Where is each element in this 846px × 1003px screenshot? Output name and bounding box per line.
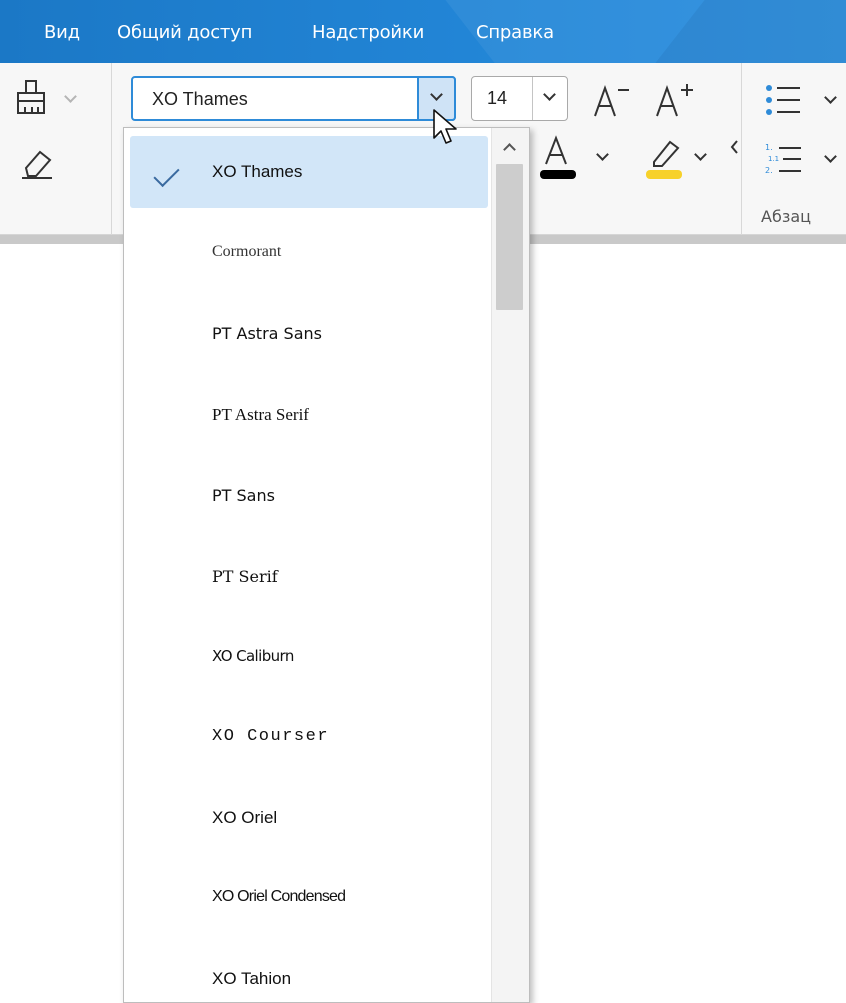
font-option[interactable]: XO Caliburn (130, 621, 488, 693)
font-option[interactable]: PT Astra Serif (130, 379, 488, 451)
font-size-combobox[interactable]: 14 (471, 76, 568, 121)
font-option[interactable]: PT Sans (130, 460, 488, 532)
highlight-icon[interactable] (644, 134, 686, 182)
bullet-list-icon[interactable] (764, 80, 804, 120)
chevron-down-icon[interactable] (543, 88, 556, 101)
font-option[interactable]: PT Serif (130, 541, 488, 613)
eraser-icon[interactable] (20, 146, 56, 180)
menu-item-view[interactable]: Вид (44, 22, 80, 43)
menu-item-help[interactable]: Справка (476, 22, 554, 43)
numbered-list-icon[interactable]: 1. 1.1 2. (764, 140, 804, 180)
svg-text:2.: 2. (765, 166, 773, 175)
group-separator (741, 63, 742, 235)
font-option[interactable]: PT Astra Sans (130, 298, 488, 370)
font-color-icon[interactable] (538, 134, 578, 182)
font-option-label: XO Oriel (212, 808, 278, 827)
increase-font-icon[interactable] (654, 80, 698, 120)
combo-divider (532, 77, 533, 120)
font-option[interactable]: XO Oriel (130, 782, 488, 854)
font-option-label: XO Courser (212, 727, 330, 746)
menu-item-sharing[interactable]: Общий доступ (117, 22, 252, 43)
checkmark-icon (153, 160, 180, 188)
format-painter-icon[interactable] (14, 78, 48, 118)
svg-text:1.1: 1.1 (768, 155, 779, 163)
font-name-combobox[interactable]: XO Thames (131, 76, 456, 121)
group-separator (111, 63, 112, 235)
font-option-label: XO Thames (212, 162, 303, 181)
menu-item-addons[interactable]: Надстройки (312, 22, 424, 43)
font-option-label: XO Tahion (212, 969, 292, 988)
font-name-value: XO Thames (152, 89, 248, 109)
decrease-font-icon[interactable] (592, 80, 632, 120)
font-option-label: PT Astra Sans (212, 324, 322, 343)
chevron-down-icon (430, 88, 443, 101)
font-size-value: 14 (487, 88, 508, 108)
font-option-label: PT Serif (212, 567, 278, 586)
font-option-label: PT Astra Serif (212, 405, 309, 424)
scrollbar-thumb[interactable] (496, 164, 523, 310)
font-option[interactable]: Cormorant (130, 217, 488, 289)
font-option-label: XO Caliburn (212, 647, 294, 665)
font-option[interactable]: XO Tahion (130, 943, 488, 1002)
more-arrow-icon[interactable] (730, 140, 738, 154)
font-option-label: XO Oriel Condensed (212, 888, 346, 905)
menu-bar: Вид Общий доступ Надстройки Справка (0, 0, 846, 63)
font-option-label: PT Sans (212, 486, 275, 505)
font-dropdown-list[interactable]: XO Thames Cormorant PT Astra Sans PT Ast… (123, 127, 530, 1003)
mouse-cursor-icon (433, 109, 457, 144)
font-option[interactable]: XO Courser (130, 701, 488, 773)
font-option[interactable]: XO Oriel Condensed (130, 862, 488, 934)
paragraph-group-label: Абзац (761, 207, 812, 226)
svg-text:1.: 1. (765, 143, 773, 152)
font-option-label: Cormorant (212, 243, 282, 260)
